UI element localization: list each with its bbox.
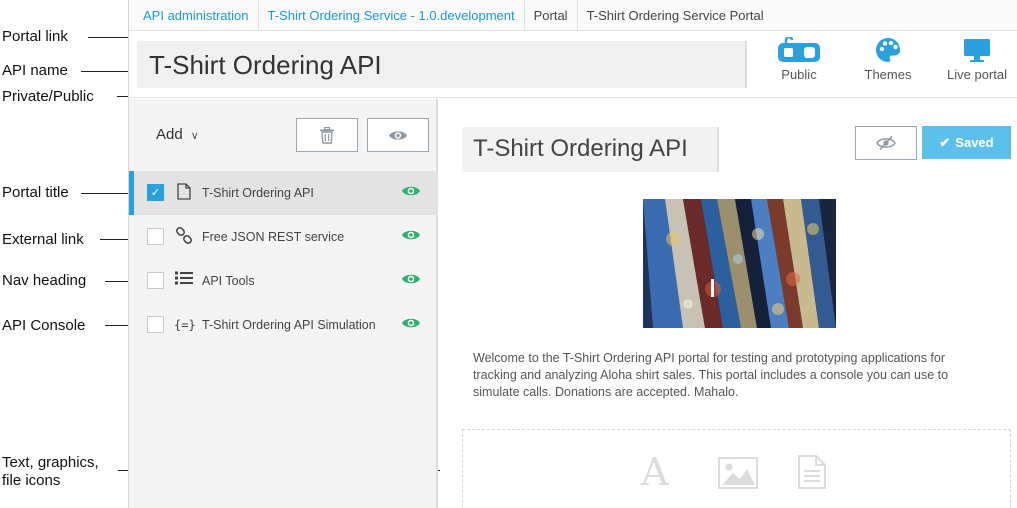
unlock-icon — [778, 37, 820, 62]
breadcrumb-portal: Portal — [533, 7, 568, 23]
live-portal-label: Live portal — [947, 67, 1007, 82]
api-name: T-Shirt Ordering API — [149, 50, 382, 80]
annotation-portal-title: Portal title — [2, 184, 69, 201]
hide-preview-button[interactable] — [855, 126, 917, 160]
breadcrumb-separator — [576, 0, 578, 31]
annotation-external-link: External link — [2, 231, 84, 248]
nav-item-api-console[interactable]: {=} T-Shirt Ordering API Simulation — [129, 303, 438, 347]
active-indicator — [129, 171, 134, 215]
themes-label: Themes — [864, 67, 912, 82]
saved-label: Saved — [955, 135, 994, 150]
portal-editor-window: API administration T-Shirt Ordering Serv… — [128, 0, 1017, 508]
annotation-nav-heading: Nav heading — [2, 272, 87, 289]
portal-title: T-Shirt Ordering API — [473, 135, 688, 162]
nav-item-portal-page[interactable]: ✓ T-Shirt Ordering API — [129, 171, 438, 215]
nav-item-label: T-Shirt Ordering API Simulation — [202, 318, 376, 332]
annotation-file-icons: file icons — [2, 472, 61, 489]
delete-button[interactable] — [296, 118, 358, 152]
breadcrumb-service[interactable]: T-Shirt Ordering Service - 1.0.developme… — [268, 8, 515, 23]
portal-header: T-Shirt Ordering API Public Themes Live … — [129, 31, 1017, 98]
intro-paragraph: Welcome to the T-Shirt Ordering API port… — [473, 351, 949, 399]
page-editor: T-Shirt Ordering API ✔ Saved Welcome to … — [440, 99, 1017, 508]
list-icon — [174, 271, 194, 291]
visible-eye-icon[interactable] — [401, 272, 421, 286]
console-icon: {=} — [174, 318, 196, 332]
breadcrumb-separator — [523, 0, 525, 31]
nav-item-label: API Tools — [202, 274, 255, 288]
portal-title-field[interactable]: T-Shirt Ordering API — [462, 127, 719, 172]
eye-icon — [389, 130, 407, 140]
content-drop-zone[interactable]: A — [462, 429, 1011, 508]
public-label: Public — [781, 67, 817, 82]
chevron-down-icon: ∨ — [190, 130, 199, 142]
breadcrumb-api-administration[interactable]: API administration — [143, 8, 249, 23]
nav-item-external-link[interactable]: Free JSON REST service — [129, 215, 438, 259]
nav-item-label: T-Shirt Ordering API — [202, 186, 314, 200]
page-icon — [174, 183, 194, 203]
image-icon[interactable] — [718, 457, 758, 494]
live-portal-button[interactable]: Live portal — [932, 37, 1017, 82]
annotation-line — [81, 193, 130, 194]
visible-eye-icon[interactable] — [401, 316, 421, 330]
item-checkbox[interactable] — [147, 316, 164, 333]
portal-nav-sidebar: Add ∨ ✓ T-Shirt Ordering API Free JSON R… — [129, 99, 438, 508]
breadcrumb-portal-name: T-Shirt Ordering Service Portal — [586, 7, 764, 23]
nav-item-heading[interactable]: API Tools — [129, 259, 438, 303]
monitor-icon — [964, 39, 990, 62]
eye-slash-icon — [876, 135, 896, 151]
visible-eye-icon[interactable] — [401, 228, 421, 242]
add-dropdown[interactable]: Add ∨ — [156, 126, 199, 143]
annotation-api-console: API Console — [2, 317, 86, 334]
item-checkbox[interactable] — [147, 272, 164, 289]
themes-button[interactable]: Themes — [843, 37, 933, 82]
item-checkbox[interactable] — [147, 228, 164, 245]
trash-icon — [320, 126, 334, 144]
item-checkbox[interactable]: ✓ — [147, 184, 164, 201]
saved-button[interactable]: ✔ Saved — [922, 126, 1011, 159]
breadcrumb-separator — [257, 0, 259, 31]
annotation-api-name: API name — [2, 62, 68, 79]
aloha-shirts-image — [643, 199, 836, 328]
palette-icon — [876, 38, 900, 62]
annotation-portal-link: Portal link — [2, 28, 68, 45]
check-icon: ✔ — [939, 134, 951, 150]
public-toggle-button[interactable]: Public — [754, 37, 844, 82]
annotation-text-graphics: Text, graphics, — [2, 454, 99, 471]
toggle-visibility-button[interactable] — [367, 118, 429, 152]
nav-item-label: Free JSON REST service — [202, 230, 345, 244]
visible-eye-icon[interactable] — [401, 184, 421, 198]
annotation-private-public: Private/Public — [2, 88, 94, 105]
link-icon — [174, 227, 194, 247]
api-name-field[interactable]: T-Shirt Ordering API — [137, 41, 747, 88]
text-block-icon[interactable]: A — [641, 452, 668, 492]
file-icon[interactable] — [797, 454, 827, 495]
breadcrumb: API administration T-Shirt Ordering Serv… — [129, 0, 1017, 31]
add-label: Add — [156, 126, 183, 143]
